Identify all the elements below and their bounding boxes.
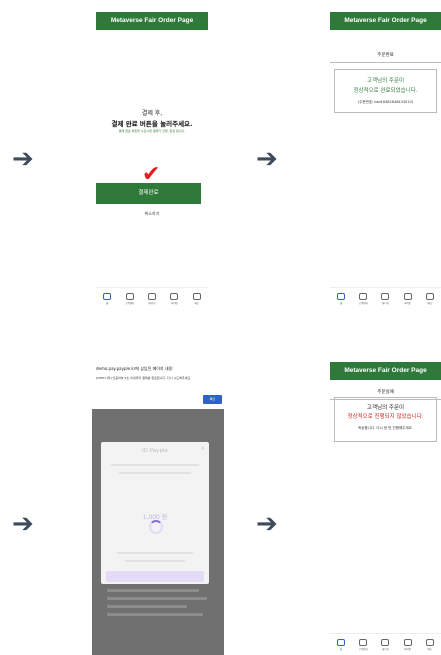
arrow-icon: ➔	[12, 509, 34, 539]
tab-menu[interactable]: 메뉴	[188, 292, 206, 305]
tab-support[interactable]: 고객센터	[354, 292, 372, 305]
bell-icon	[381, 292, 390, 300]
tab-my[interactable]: 마이인	[399, 292, 417, 305]
page-header: Metaverse Fair Order Page	[330, 362, 441, 380]
tab-my[interactable]: 마이인	[165, 292, 183, 305]
arrow-icon: ➔	[256, 509, 278, 539]
grid-icon	[425, 638, 434, 646]
payment-instruction-line2: 결제 완료 버튼을 눌러주세요.	[111, 120, 193, 128]
payment-instruction-line1: 결제 후,	[141, 110, 163, 117]
tab-energy[interactable]: 에너지	[143, 292, 161, 305]
tab-support[interactable]: 고객센터	[354, 638, 372, 651]
tab-my[interactable]: 마이인	[399, 638, 417, 651]
calendar-icon	[403, 292, 412, 300]
bell-icon	[381, 638, 390, 646]
alert-site-text: demo.pay.payple.kr에 삽입된 페이지 내용:	[96, 366, 174, 371]
home-icon	[337, 638, 346, 646]
calendar-icon	[170, 292, 179, 300]
cancel-link[interactable]: 취소하기	[96, 211, 208, 217]
section-title: 주문완료	[330, 52, 441, 63]
payment-complete-button[interactable]: 결제완료	[96, 183, 201, 204]
order-failed-screen: Metaverse Fair Order Page 주문실패 고객님의 주문이 …	[330, 362, 441, 655]
arrow-icon: ➔	[256, 144, 278, 174]
order-number: (주문번호: bsd16482848443010)	[357, 100, 414, 104]
success-message-box: 고객님의 주문이 정상적으로 완료되었습니다. (주문번호: bsd164828…	[334, 69, 437, 113]
bottom-tabbar: 홈 고객센터 에너지 마이인 메뉴	[330, 633, 441, 655]
failure-line1: 고객님의 주문이	[366, 405, 405, 411]
grid-icon	[192, 292, 201, 300]
payment-popup-screen: demo.pay.payple.kr에 삽입된 페이지 내용: [CERT시작]…	[92, 362, 224, 655]
success-line1: 고객님의 주문이	[366, 78, 405, 84]
tab-menu[interactable]: 메뉴	[421, 638, 439, 651]
grid-icon	[425, 292, 434, 300]
book-icon	[359, 292, 368, 300]
tab-energy[interactable]: 에너지	[376, 292, 394, 305]
tab-home[interactable]: 홈	[98, 292, 116, 305]
bottom-tabbar: 홈 고객센터 에너지 마이인 메뉴	[330, 287, 441, 309]
failure-line3: 죄송합니다. 다시 한 번 진행해주세요.	[358, 426, 413, 430]
failure-line2: 정상적으로 진행되지 않았습니다.	[347, 414, 424, 420]
alert-confirm-button[interactable]: 확인	[203, 395, 222, 404]
payment-note: 결제 완료 버튼을 누르시면 결제가 진행, 완료 됩니다.	[118, 129, 186, 133]
bottom-tabbar: 홈 고객센터 에너지 마이인 메뉴	[96, 287, 208, 309]
book-icon	[359, 638, 368, 646]
tab-home[interactable]: 홈	[332, 638, 350, 651]
tab-menu[interactable]: 메뉴	[421, 292, 439, 305]
page-header: Metaverse Fair Order Page	[330, 12, 441, 30]
home-icon	[103, 292, 112, 300]
tab-energy[interactable]: 에너지	[376, 638, 394, 651]
payment-screen: Metaverse Fair Order Page 결제 후, 결제 완료 버튼…	[96, 12, 208, 310]
calendar-icon	[403, 638, 412, 646]
payment-modal: ID Payple × 1,000 원	[101, 442, 209, 584]
page-header: Metaverse Fair Order Page	[96, 12, 208, 30]
success-line2: 정상적으로 완료되었습니다.	[353, 88, 418, 94]
home-icon	[337, 292, 346, 300]
close-icon[interactable]: ×	[201, 446, 205, 452]
failure-message-box: 고객님의 주문이 정상적으로 진행되지 않았습니다. 죄송합니다. 다시 한 번…	[334, 397, 437, 442]
modal-pay-button[interactable]	[106, 571, 204, 582]
bell-icon	[147, 292, 156, 300]
arrow-icon: ➔	[12, 144, 34, 174]
tab-support[interactable]: 고객센터	[121, 292, 139, 305]
alert-notice: [CERT시작] 인증하여 5초 이내까지 결제를 완료합니다. 다시 시도해주…	[96, 376, 192, 380]
book-icon	[125, 292, 134, 300]
payple-logo: ID Payple	[142, 448, 168, 454]
tab-home[interactable]: 홈	[332, 292, 350, 305]
order-complete-screen: Metaverse Fair Order Page 주문완료 고객님의 주문이 …	[330, 12, 441, 310]
loading-spinner-icon	[149, 520, 163, 534]
